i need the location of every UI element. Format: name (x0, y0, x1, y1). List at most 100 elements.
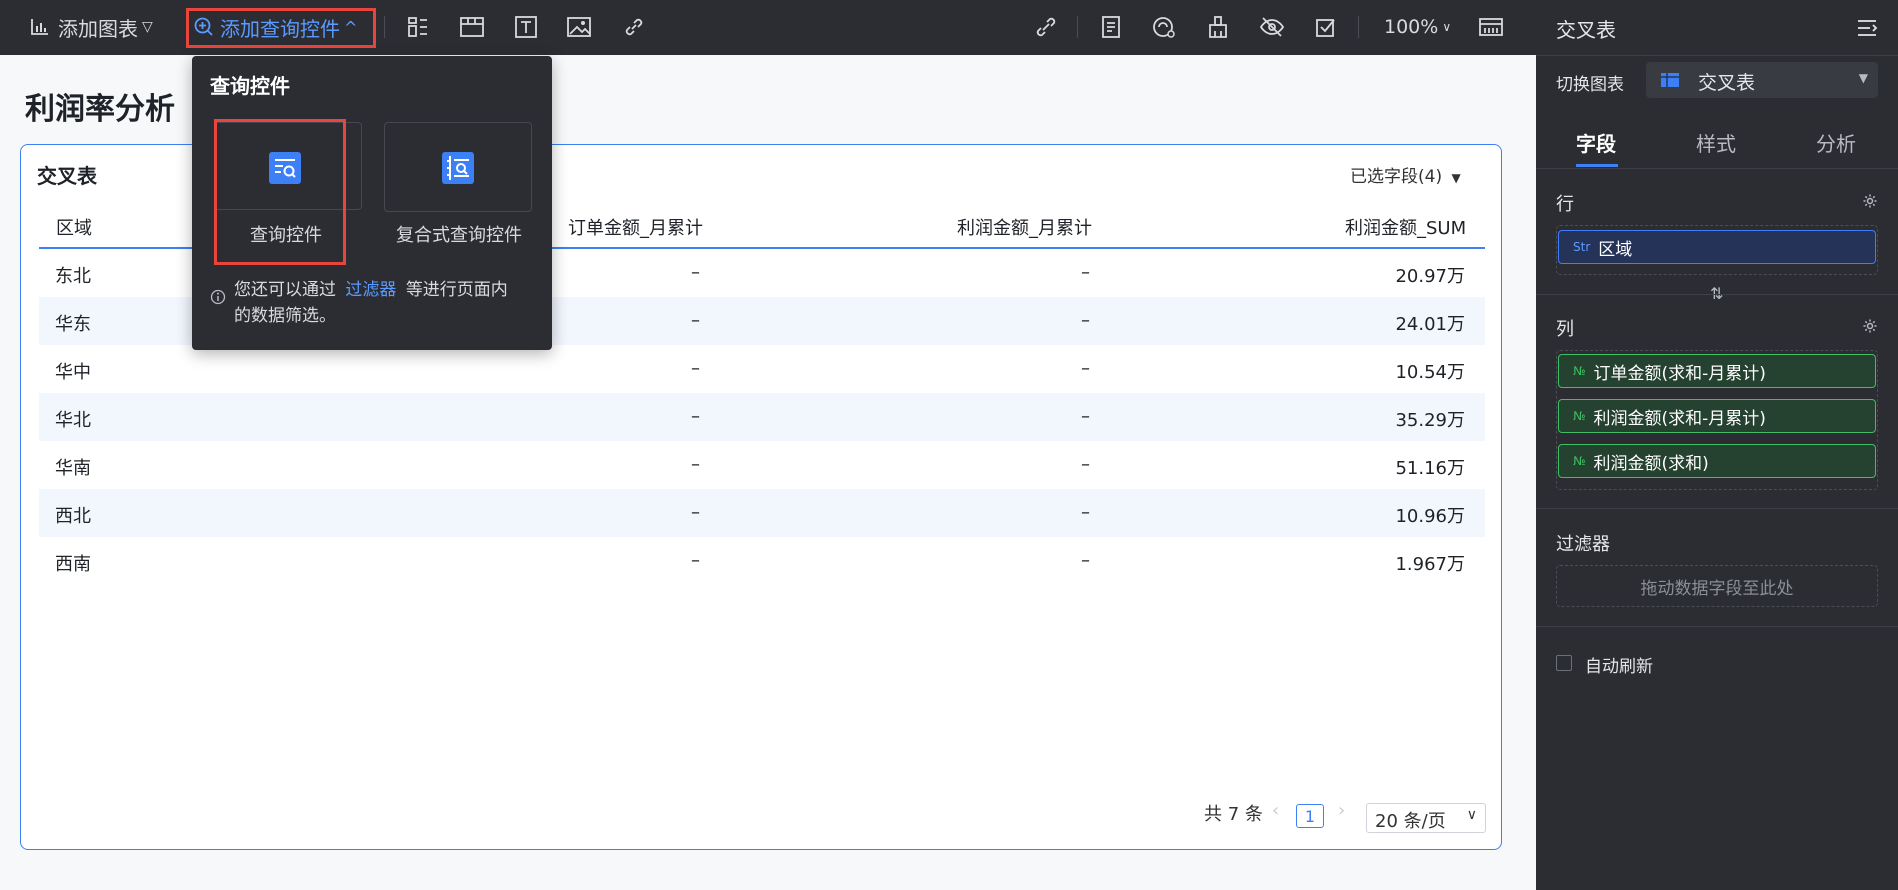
order-month-cell: – (691, 502, 700, 523)
toolbar-divider (1077, 16, 1078, 38)
field-type-tag: № (1573, 364, 1586, 378)
hint-suffix: 等进行页面内 (405, 280, 508, 300)
page-1-button[interactable]: 1 (1296, 804, 1324, 828)
link-edit-icon[interactable] (1031, 12, 1061, 42)
field-type-tag: № (1573, 409, 1586, 423)
field-name: 利润金额(求和-月累计) (1593, 408, 1766, 429)
profit-month-cell: – (1081, 502, 1090, 523)
zoom-select[interactable]: 100% ∨ (1384, 10, 1451, 44)
table-row[interactable]: 华北 – – 35.29万 (39, 393, 1485, 441)
profit-sum-cell: 35.29万 (1395, 410, 1465, 431)
profit-month-cell: – (1081, 262, 1090, 283)
region-cell: 东北 (55, 266, 91, 287)
caret-down-icon: ▼ (1858, 71, 1868, 85)
column-header: 订单金额_月累计 (568, 218, 703, 239)
region-cell: 西南 (55, 554, 91, 575)
profit-month-cell: – (1081, 358, 1090, 379)
collapse-panel-icon[interactable] (1856, 18, 1878, 42)
selected-fields-label: 已选字段(4) (1350, 167, 1443, 187)
column-field-chip[interactable]: № 利润金额(求和-月累计) (1558, 399, 1876, 433)
order-month-cell: – (691, 406, 700, 427)
profit-month-cell: – (1081, 454, 1090, 475)
row-field-chip[interactable]: Str 区域 (1558, 230, 1876, 264)
grid-layout-icon[interactable] (1476, 12, 1506, 42)
table-row[interactable]: 华中 – – 10.54万 (39, 345, 1485, 393)
profit-month-cell: – (1081, 310, 1090, 331)
popup-hint: 您还可以通过 过滤器 等进行页面内 (234, 275, 508, 300)
profit-month-cell: – (1081, 406, 1090, 427)
profit-month-cell: – (1081, 550, 1090, 571)
add-chart-button[interactable]: 添加图表 ▽ (30, 10, 153, 44)
card-title: 交叉表 (37, 164, 97, 188)
chevron-down-icon: ∨ (1442, 20, 1452, 34)
caret-down-icon: ▼ (1451, 171, 1461, 185)
field-type-tag: Str (1573, 240, 1591, 254)
auto-refresh-label: 自动刷新 (1585, 657, 1653, 677)
hint-prefix: 您还可以通过 (234, 280, 336, 300)
hide-icon[interactable] (1257, 12, 1287, 42)
tab-analysis[interactable]: 分析 (1816, 128, 1856, 157)
field-name: 区域 (1598, 239, 1633, 260)
highlight-box-add-query (186, 8, 376, 48)
compound-query-control-icon (441, 151, 475, 189)
gear-icon[interactable] (1862, 318, 1878, 338)
clean-icon[interactable] (1203, 12, 1233, 42)
tab-style[interactable]: 样式 (1696, 128, 1736, 157)
region-cell: 华东 (55, 314, 91, 335)
popup-hint-line2: 的数据筛选。 (234, 306, 336, 326)
link-icon[interactable] (619, 12, 649, 42)
table-row[interactable]: 华南 – – 51.16万 (39, 441, 1485, 489)
popup-title: 查询控件 (210, 74, 290, 98)
switch-chart-value: 交叉表 (1698, 72, 1756, 94)
column-section-label: 列 (1556, 319, 1574, 340)
add-chart-label: 添加图表 (58, 16, 138, 41)
auto-refresh-checkbox[interactable] (1556, 655, 1572, 671)
switch-chart-select[interactable]: 交叉表 ▼ (1646, 62, 1878, 98)
sidebar-divider (1536, 55, 1898, 56)
profit-sum-cell: 51.16万 (1395, 458, 1465, 479)
report-icon[interactable] (1096, 12, 1126, 42)
filter-section-label: 过滤器 (1556, 534, 1610, 555)
column-header: 利润金额_月累计 (957, 218, 1092, 239)
checkbox-icon[interactable] (1311, 12, 1341, 42)
region-cell: 华中 (55, 362, 91, 383)
filter-placeholder: 拖动数据字段至此处 (1640, 579, 1794, 599)
chevron-down-icon: ∨ (1466, 807, 1477, 823)
next-page-icon[interactable]: › (1338, 800, 1345, 821)
gear-icon[interactable] (1862, 193, 1878, 213)
field-type-tag: № (1573, 454, 1586, 468)
profit-sum-cell: 20.97万 (1395, 266, 1465, 287)
order-month-cell: – (691, 310, 700, 331)
page-size-select[interactable]: 20 条/页 ∨ (1366, 803, 1486, 833)
column-field-chip[interactable]: № 订单金额(求和-月累计) (1558, 354, 1876, 388)
column-header: 利润金额_SUM (1345, 218, 1467, 239)
page-title: 利润率分析 (25, 92, 175, 127)
region-cell: 西北 (55, 506, 91, 527)
profit-sum-cell: 10.54万 (1395, 362, 1465, 383)
toolbar-divider (1358, 16, 1359, 38)
filter-link[interactable]: 过滤器 (345, 280, 396, 300)
zoom-value: 100% (1384, 16, 1439, 38)
selected-fields-dropdown[interactable]: 已选字段(4) ▼ (1350, 162, 1461, 187)
field-name: 订单金额(求和-月累计) (1593, 363, 1766, 384)
pager-total: 共 7 条 (1204, 804, 1263, 825)
sidebar-divider (1536, 294, 1898, 295)
tab-fields[interactable]: 字段 (1576, 128, 1616, 157)
layout-controls-icon[interactable] (403, 12, 433, 42)
crosstab-icon (1660, 72, 1680, 92)
image-icon[interactable] (564, 12, 594, 42)
highlight-box-query-tile (214, 119, 346, 265)
sidebar-title: 交叉表 (1556, 18, 1616, 42)
order-month-cell: – (691, 550, 700, 571)
prev-page-icon[interactable]: ‹ (1272, 800, 1279, 821)
order-month-cell: – (691, 262, 700, 283)
column-field-chip[interactable]: № 利润金额(求和) (1558, 444, 1876, 478)
tab-container-icon[interactable] (457, 12, 487, 42)
table-row[interactable]: 西南 – – 1.967万 (39, 537, 1485, 585)
text-icon[interactable] (511, 12, 541, 42)
sidebar-divider (1536, 508, 1898, 509)
table-row[interactable]: 西北 – – 10.96万 (39, 489, 1485, 537)
monitor-icon[interactable] (1149, 12, 1179, 42)
profit-sum-cell: 24.01万 (1395, 314, 1465, 335)
profit-sum-cell: 10.96万 (1395, 506, 1465, 527)
